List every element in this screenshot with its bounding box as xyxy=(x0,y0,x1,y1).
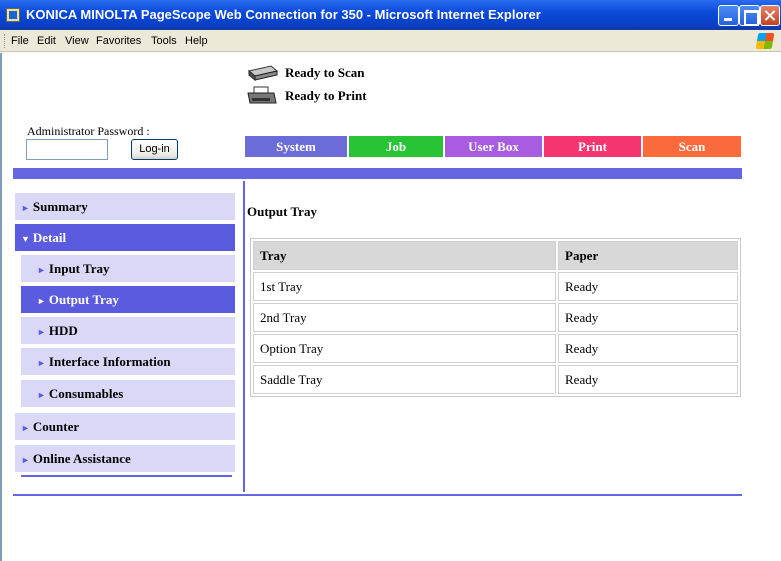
table-row: Option Tray Ready xyxy=(253,334,738,363)
menu-help[interactable]: Help xyxy=(185,35,208,47)
sidebar-item-output-tray[interactable]: ► Output Tray xyxy=(21,286,235,313)
sidebar-item-label: Counter xyxy=(32,419,80,434)
scan-status-text: Ready to Scan xyxy=(285,65,365,80)
menu-favorites[interactable]: Favorites xyxy=(96,35,141,47)
triangle-right-icon: ► xyxy=(37,296,46,306)
window-title-bar: KONICA MINOLTA PageScope Web Connection … xyxy=(0,0,781,30)
paper-status-cell: Ready xyxy=(558,303,738,332)
maximize-button[interactable] xyxy=(739,5,760,26)
triangle-right-icon: ► xyxy=(37,358,46,368)
paper-status-cell: Ready xyxy=(558,272,738,301)
tab-user-box[interactable]: User Box xyxy=(445,136,542,157)
sidebar-item-label: Detail xyxy=(32,230,67,245)
table-row: 2nd Tray Ready xyxy=(253,303,738,332)
column-header-tray: Tray xyxy=(253,241,556,270)
sidebar-item-label: Consumables xyxy=(48,386,124,401)
sidebar-item-label: HDD xyxy=(48,323,78,338)
sidebar-item-label: Interface Information xyxy=(48,354,171,369)
sidebar-item-label: Online Assistance xyxy=(32,451,131,466)
tray-name-cell: Saddle Tray xyxy=(253,365,556,394)
sidebar-item-online-assistance[interactable]: ► Online Assistance xyxy=(15,445,235,472)
paper-status-cell: Ready xyxy=(558,334,738,363)
sidebar-item-label: Input Tray xyxy=(48,261,110,276)
sidebar-bottom-rule xyxy=(21,475,232,477)
windows-logo-icon xyxy=(755,33,775,49)
triangle-down-icon: ▼ xyxy=(21,234,30,244)
minimize-button[interactable] xyxy=(718,5,739,26)
triangle-right-icon: ► xyxy=(37,327,46,337)
printer-icon xyxy=(247,86,277,104)
tab-scan[interactable]: Scan xyxy=(643,136,741,157)
tray-name-cell: 1st Tray xyxy=(253,272,556,301)
login-button[interactable]: Log-in xyxy=(131,139,178,160)
table-row: Saddle Tray Ready xyxy=(253,365,738,394)
column-header-paper: Paper xyxy=(558,241,738,270)
table-header-row: Tray Paper xyxy=(253,241,738,270)
sidebar-item-hdd[interactable]: ► HDD xyxy=(21,317,235,344)
toolbar-grip xyxy=(4,34,7,48)
sidebar-item-interface-information[interactable]: ► Interface Information xyxy=(21,348,235,375)
sidebar-item-counter[interactable]: ► Counter xyxy=(15,413,235,440)
sidebar-item-detail[interactable]: ▼ Detail xyxy=(15,224,235,251)
close-button[interactable] xyxy=(760,5,780,26)
sidebar-item-label: Summary xyxy=(32,199,88,214)
triangle-right-icon: ► xyxy=(37,390,46,400)
sidebar-item-summary[interactable]: ► Summary xyxy=(15,193,235,220)
tab-job[interactable]: Job xyxy=(349,136,443,157)
triangle-right-icon: ► xyxy=(21,203,30,213)
admin-password-input[interactable] xyxy=(26,139,108,160)
triangle-right-icon: ► xyxy=(21,455,30,465)
sidebar-item-label: Output Tray xyxy=(48,292,119,307)
menu-view[interactable]: View xyxy=(65,35,89,47)
browser-viewport: Ready to Scan Ready to Print Administrat… xyxy=(0,53,781,561)
output-tray-table: Tray Paper 1st Tray Ready 2nd Tray Ready… xyxy=(250,238,741,397)
ie-document-icon xyxy=(6,8,20,22)
menu-tools[interactable]: Tools xyxy=(151,35,177,47)
page-title: Output Tray xyxy=(247,204,317,219)
menu-edit[interactable]: Edit xyxy=(37,35,56,47)
tab-print[interactable]: Print xyxy=(544,136,641,157)
print-status-text: Ready to Print xyxy=(285,88,367,103)
tray-name-cell: Option Tray xyxy=(253,334,556,363)
window-title: KONICA MINOLTA PageScope Web Connection … xyxy=(26,7,541,22)
menu-bar: File Edit View Favorites Tools Help xyxy=(0,30,781,52)
admin-password-label: Administrator Password : xyxy=(27,124,150,138)
sidebar-divider xyxy=(243,181,245,492)
tab-system[interactable]: System xyxy=(245,136,347,157)
paper-status-cell: Ready xyxy=(558,365,738,394)
triangle-right-icon: ► xyxy=(37,265,46,275)
tray-name-cell: 2nd Tray xyxy=(253,303,556,332)
footer-rule xyxy=(13,494,742,496)
menu-file[interactable]: File xyxy=(11,35,29,47)
sidebar-item-input-tray[interactable]: ► Input Tray xyxy=(21,255,235,282)
sidebar-item-consumables[interactable]: ► Consumables xyxy=(21,380,235,407)
triangle-right-icon: ► xyxy=(21,423,30,433)
scanner-icon xyxy=(247,65,279,82)
table-row: 1st Tray Ready xyxy=(253,272,738,301)
header-divider-band xyxy=(13,168,742,179)
